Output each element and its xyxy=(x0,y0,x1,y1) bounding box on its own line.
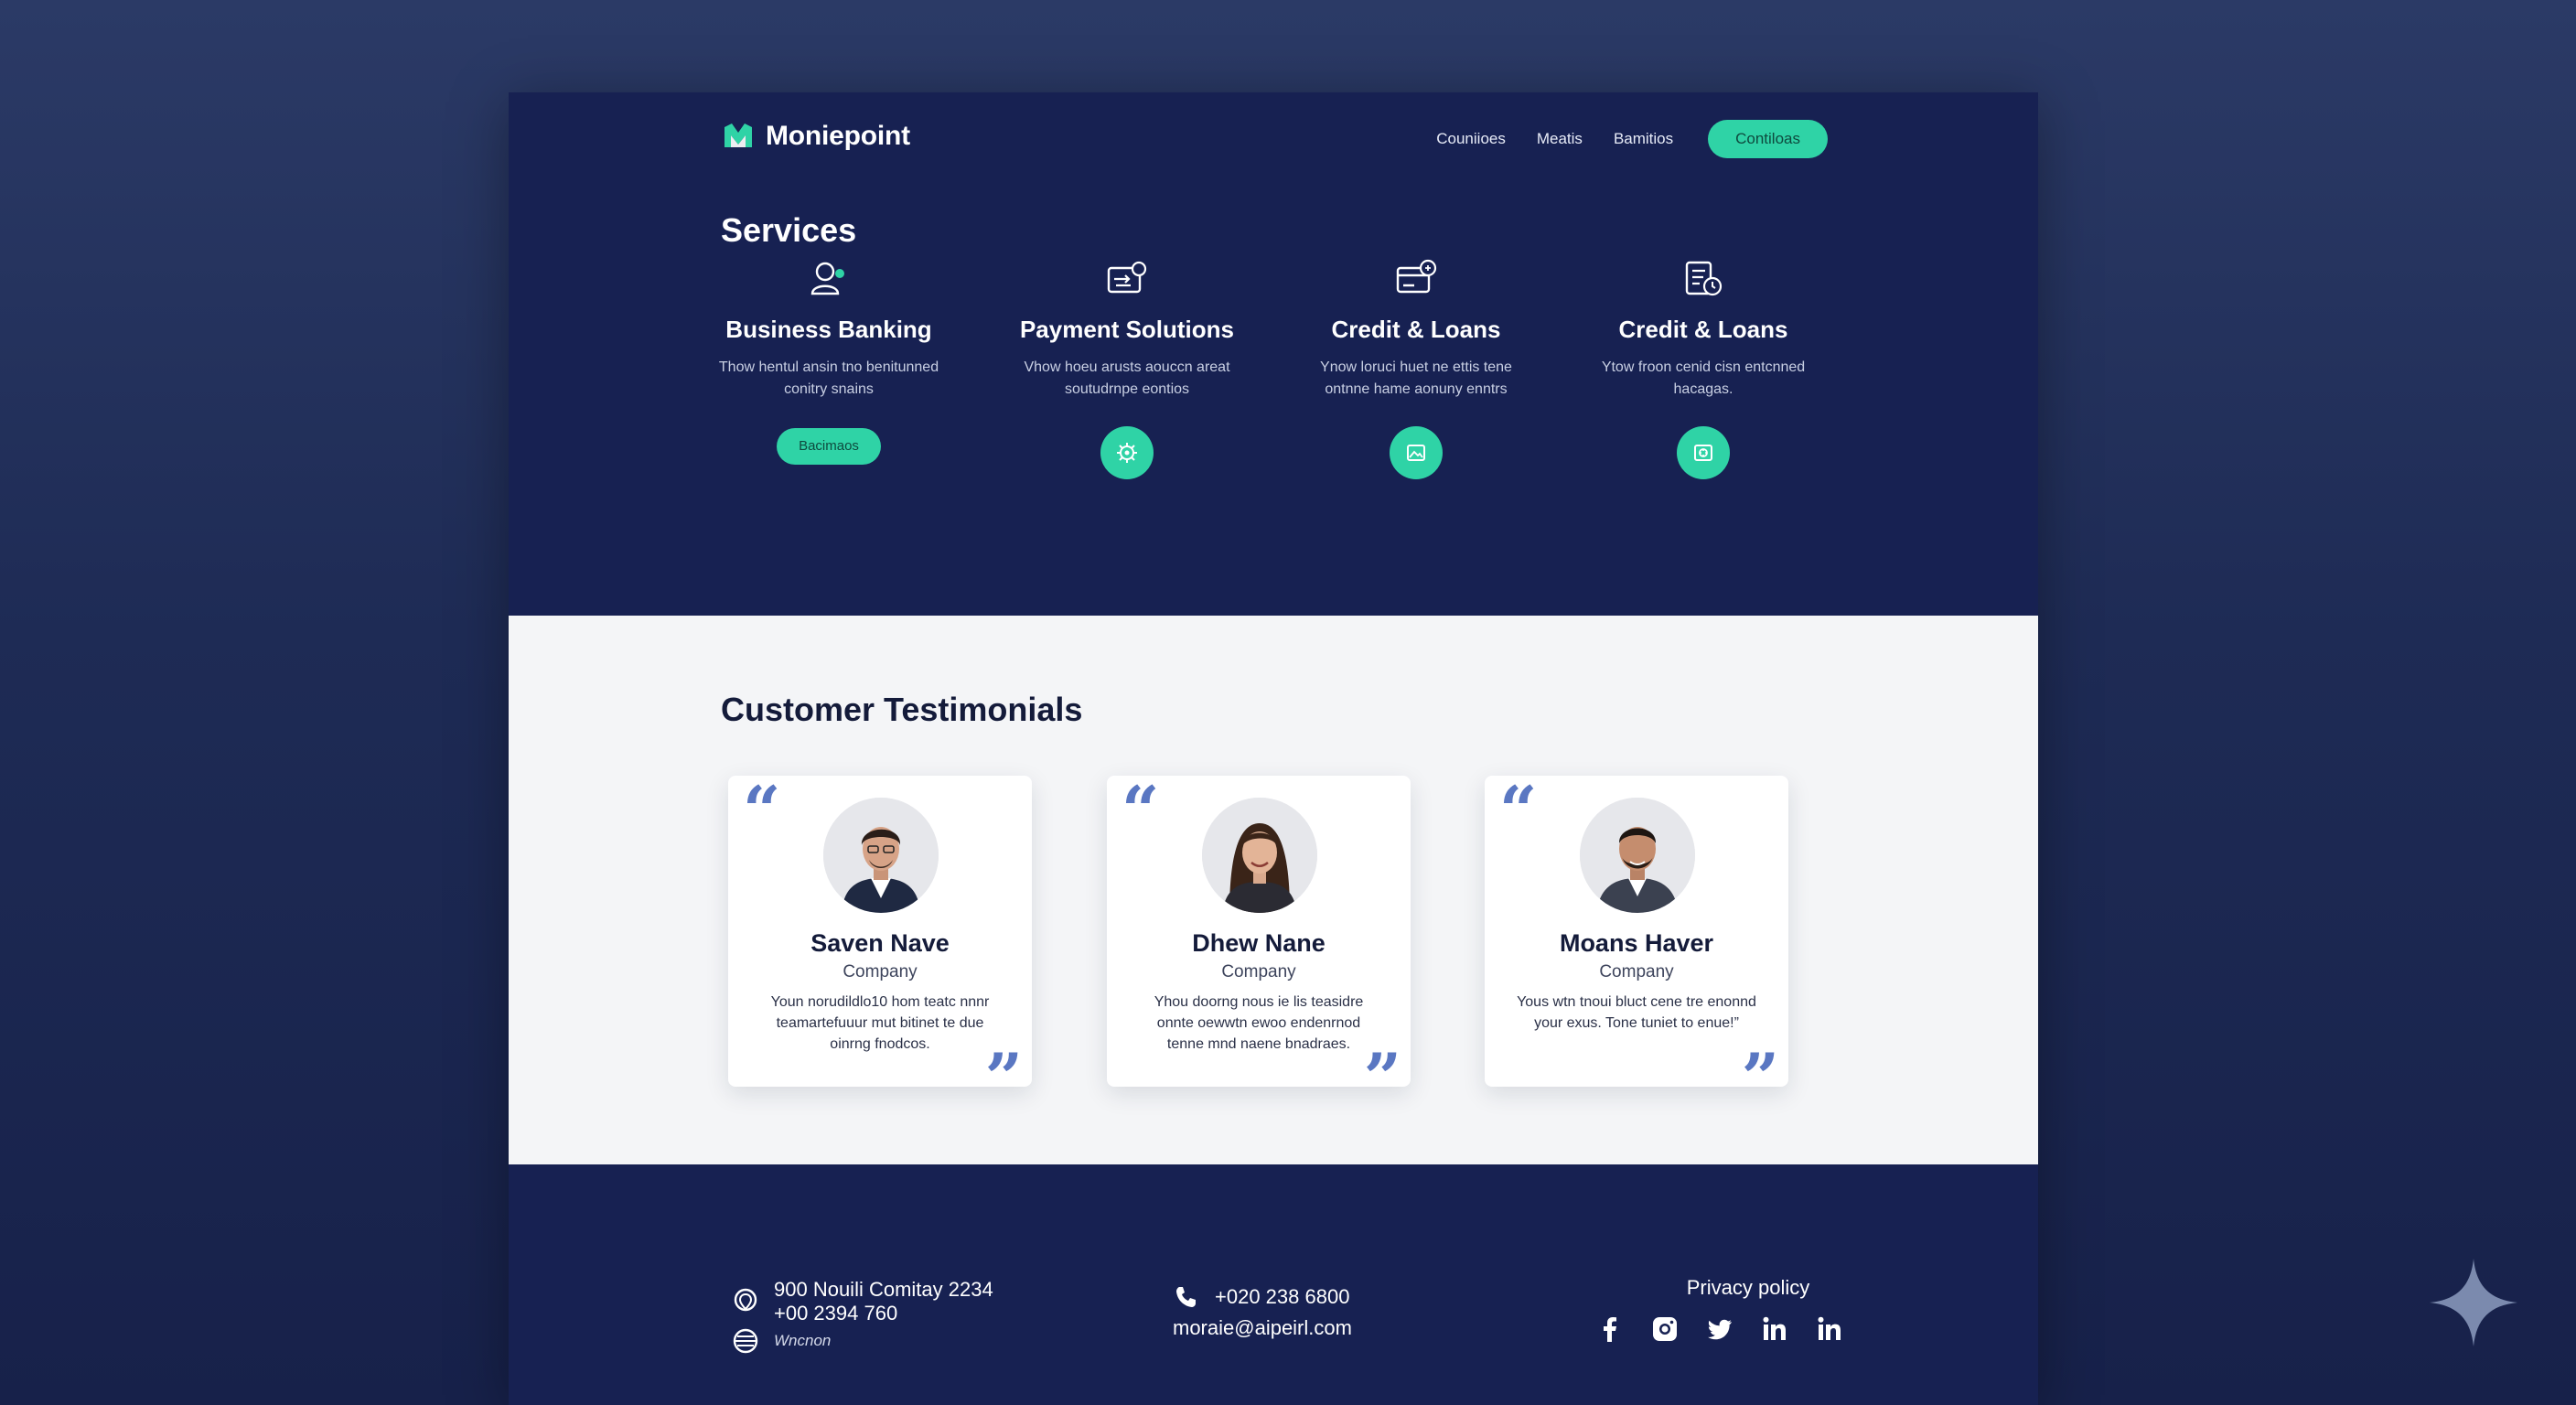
globe-icon xyxy=(733,1328,758,1354)
avatar xyxy=(823,798,939,913)
safe-icon xyxy=(1694,445,1712,461)
service-desc: Ytow froon cenid cisn entcnned hacagas. xyxy=(1601,359,1806,397)
service-desc: Ynow loruci huet ne ettis tene ontnne ha… xyxy=(1320,359,1512,397)
footer-phone-alt: +00 2394 760 xyxy=(774,1302,898,1325)
person-photo-icon xyxy=(1580,798,1695,913)
nav-link-1[interactable]: Couniioes xyxy=(1436,130,1506,148)
footer-address-row: 900 Nouili Comitay 2234 +00 2394 760 xyxy=(732,1278,993,1325)
testimonial-text: Yhou doorng nous ie lis teasidre onnte o… xyxy=(1154,994,1364,1052)
card-coin-icon xyxy=(1396,259,1437,294)
avatar xyxy=(1580,798,1695,913)
twitter-icon[interactable] xyxy=(1705,1314,1734,1344)
service-button[interactable]: Bacimaos xyxy=(777,428,881,465)
location-pin-icon xyxy=(734,1288,757,1312)
document-clock-icon xyxy=(1685,261,1723,296)
facebook-icon[interactable] xyxy=(1595,1314,1625,1344)
top-nav: Couniioes Meatis Bamitios Contiloas xyxy=(1436,120,1828,158)
sparkle-icon xyxy=(2430,1259,2517,1346)
footer-contact-block: +020 238 6800 moraie@aipeirl.com xyxy=(1173,1283,1352,1340)
testimonial-company: Company xyxy=(1221,962,1296,981)
moniepoint-logo-icon xyxy=(724,123,752,147)
person-photo-icon xyxy=(1202,798,1317,913)
services-grid: Business Banking Thow hentul ansin tno b… xyxy=(692,255,1853,585)
avatar xyxy=(1202,798,1317,913)
privacy-policy-link[interactable]: Privacy policy xyxy=(1652,1276,1844,1300)
nav-link-2[interactable]: Meatis xyxy=(1537,130,1583,148)
testimonial-card: “ Dhew Nane Company Yhou doorng nous ie … xyxy=(1107,771,1411,1110)
footer-address: 900 Nouili Comitay 2234 xyxy=(774,1278,993,1301)
service-title: Credit & Loans xyxy=(1331,316,1501,343)
testimonial-card: “ Moans Haver Company Yous wtn tnoui blu… xyxy=(1485,771,1788,1110)
footer-email[interactable]: moraie@aipeirl.com xyxy=(1173,1316,1352,1340)
service-desc: Vhow hoeu arusts aouccn areat soutudrnpe… xyxy=(1024,359,1230,397)
services-title: Services xyxy=(721,211,857,249)
testimonial-name: Saven Nave xyxy=(810,929,950,957)
person-photo-icon xyxy=(823,798,939,913)
service-title: Business Banking xyxy=(725,316,932,343)
nav-cta-button[interactable]: Contiloas xyxy=(1708,120,1828,158)
linkedin-icon[interactable] xyxy=(1760,1314,1789,1344)
social-links xyxy=(1595,1314,1844,1344)
open-quote-icon: “ xyxy=(1122,771,1160,849)
testimonial-name: Moans Haver xyxy=(1559,929,1714,957)
testimonial-card: “ Saven Nave Company Youn norudildlo10 h… xyxy=(728,771,1032,1110)
footer-website-row: Wncnon xyxy=(732,1327,993,1355)
service-card-credit-loans-2: Credit & Loans Ytow froon cenid cisn ent… xyxy=(1566,255,1841,479)
open-quote-icon: “ xyxy=(1499,771,1538,849)
testimonials-section: Customer Testimonials “ Saven Nave Compa… xyxy=(509,616,2038,1164)
gear-icon xyxy=(1117,443,1137,463)
testimonial-text: Youn norudildlo10 hom teatc nnnr teamart… xyxy=(770,994,990,1052)
services-section: Moniepoint Couniioes Meatis Bamitios Con… xyxy=(509,92,2038,616)
footer: 900 Nouili Comitay 2234 +00 2394 760 Wnc… xyxy=(509,1164,2038,1405)
footer-address-block: 900 Nouili Comitay 2234 +00 2394 760 Wnc… xyxy=(732,1278,993,1355)
instagram-icon[interactable] xyxy=(1650,1314,1680,1344)
footer-phone-row: +020 238 6800 xyxy=(1173,1283,1352,1311)
service-desc: Thow hentul ansin tno benitunned conitry… xyxy=(718,359,939,397)
testimonial-company: Company xyxy=(843,962,918,981)
testimonials-title: Customer Testimonials xyxy=(721,691,1083,728)
service-title: Payment Solutions xyxy=(1019,316,1235,343)
testimonial-company: Company xyxy=(1599,962,1674,981)
service-action-button[interactable] xyxy=(1390,426,1443,479)
service-card-credit-loans: Credit & Loans Ynow loruci huet ne ettis… xyxy=(1279,255,1553,479)
close-quote-icon: ” xyxy=(1741,1038,1779,1116)
brand-name: Moniepoint xyxy=(766,121,910,151)
close-quote-icon: ” xyxy=(984,1038,1023,1116)
footer-website[interactable]: Wncnon xyxy=(774,1332,831,1350)
footer-links-block: Privacy policy xyxy=(1595,1276,1844,1344)
footer-phone[interactable]: +020 238 6800 xyxy=(1215,1285,1349,1309)
testimonial-text: Yous wtn tnoui bluct cene tre enonnd you… xyxy=(1517,994,1756,1031)
close-quote-icon: ” xyxy=(1363,1038,1401,1116)
card-transfer-icon xyxy=(1107,261,1147,294)
brand-logo[interactable]: Moniepoint xyxy=(722,120,910,153)
service-title: Credit & Loans xyxy=(1618,316,1788,343)
landing-page: Moniepoint Couniioes Meatis Bamitios Con… xyxy=(509,92,2038,1405)
user-coin-icon xyxy=(810,262,844,295)
service-card-payment-solutions: Payment Solutions Vhow hoeu arusts aoucc… xyxy=(990,255,1264,479)
phone-icon xyxy=(1176,1287,1196,1307)
nav-link-3[interactable]: Bamitios xyxy=(1614,130,1673,148)
service-action-button[interactable] xyxy=(1100,426,1154,479)
service-action-button[interactable] xyxy=(1677,426,1730,479)
service-card-business-banking: Business Banking Thow hentul ansin tno b… xyxy=(692,255,966,465)
image-card-icon xyxy=(1407,445,1425,461)
open-quote-icon: “ xyxy=(743,771,781,849)
linkedin-icon[interactable] xyxy=(1815,1314,1844,1344)
testimonial-name: Dhew Nane xyxy=(1192,929,1326,957)
